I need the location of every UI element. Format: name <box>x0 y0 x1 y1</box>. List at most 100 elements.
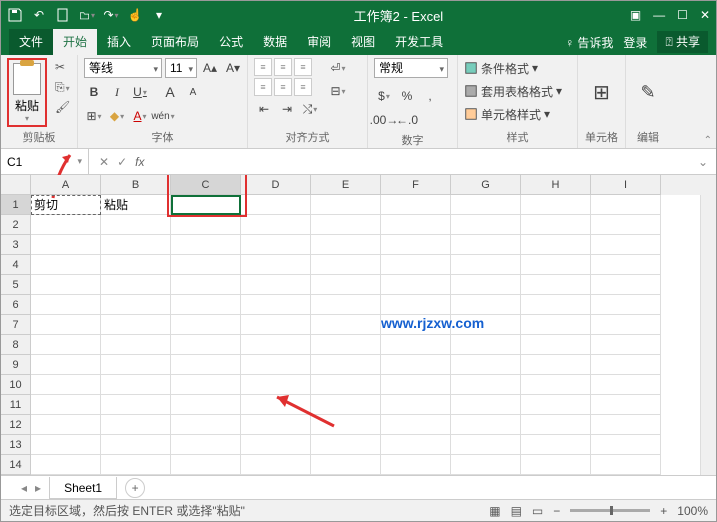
fx-icon[interactable]: fx <box>135 155 144 169</box>
qat-more-icon[interactable]: ▾ <box>151 7 167 23</box>
row-header-7[interactable]: 7 <box>1 315 31 335</box>
undo-icon[interactable]: ↶ <box>31 7 47 23</box>
cell-D7[interactable] <box>241 315 311 335</box>
font-size-combo[interactable]: 11 <box>165 58 197 78</box>
cell-E7[interactable] <box>311 315 381 335</box>
percent-icon[interactable]: % <box>397 86 417 106</box>
collapse-ribbon-icon[interactable]: ⌃ <box>704 135 712 146</box>
cell-C7[interactable] <box>171 315 241 335</box>
cell-I11[interactable] <box>591 395 661 415</box>
zoom-out-icon[interactable]: − <box>553 504 560 518</box>
cell-E2[interactable] <box>311 215 381 235</box>
cell-A3[interactable] <box>31 235 101 255</box>
cell-E12[interactable] <box>311 415 381 435</box>
tell-me[interactable]: ♀ 告诉我 <box>565 34 613 51</box>
cell-B1[interactable]: 粘贴 <box>101 195 171 215</box>
font-shrink-icon[interactable]: A <box>183 82 203 102</box>
indent-inc-icon[interactable]: ⇥ <box>277 99 297 119</box>
cell-C3[interactable] <box>171 235 241 255</box>
cell-C6[interactable] <box>171 295 241 315</box>
copy-icon[interactable]: ⎘ <box>55 80 71 94</box>
cell-H5[interactable] <box>521 275 591 295</box>
align-bottom-icon[interactable]: ≡ <box>294 58 312 76</box>
cell-H1[interactable] <box>521 195 591 215</box>
cell-F8[interactable] <box>381 335 451 355</box>
expand-formula-icon[interactable]: ⌄ <box>690 155 716 169</box>
cell-E8[interactable] <box>311 335 381 355</box>
format-table-button[interactable]: 套用表格格式 ▾ <box>464 81 562 101</box>
cell-I1[interactable] <box>591 195 661 215</box>
increase-font-icon[interactable]: A▴ <box>200 58 220 78</box>
indent-dec-icon[interactable]: ⇤ <box>254 99 274 119</box>
view-layout-icon[interactable]: ▤ <box>511 504 522 518</box>
cell-G13[interactable] <box>451 435 521 455</box>
col-header-I[interactable]: I <box>591 175 661 195</box>
tab-review[interactable]: 审阅 <box>297 29 341 55</box>
paste-button[interactable]: 粘贴 ▾ <box>7 58 47 127</box>
cell-D4[interactable] <box>241 255 311 275</box>
cell-A6[interactable] <box>31 295 101 315</box>
cell-F14[interactable] <box>381 455 451 475</box>
cell-A13[interactable] <box>31 435 101 455</box>
sheet-tab-1[interactable]: Sheet1 <box>49 477 117 499</box>
phonetic-icon[interactable]: wén <box>153 106 173 126</box>
cell-I13[interactable] <box>591 435 661 455</box>
cell-F11[interactable] <box>381 395 451 415</box>
new-icon[interactable] <box>55 7 71 23</box>
cell-H12[interactable] <box>521 415 591 435</box>
font-grow-icon[interactable]: A <box>160 82 180 102</box>
cell-B14[interactable] <box>101 455 171 475</box>
col-header-G[interactable]: G <box>451 175 521 195</box>
wrap-text-icon[interactable]: ⏎ <box>328 58 348 78</box>
cell-D10[interactable] <box>241 375 311 395</box>
cell-G5[interactable] <box>451 275 521 295</box>
login-link[interactable]: 登录 <box>623 34 647 51</box>
cell-E10[interactable] <box>311 375 381 395</box>
open-icon[interactable] <box>79 7 95 23</box>
cell-E9[interactable] <box>311 355 381 375</box>
align-left-icon[interactable]: ≡ <box>254 78 272 96</box>
cell-I3[interactable] <box>591 235 661 255</box>
cell-A9[interactable] <box>31 355 101 375</box>
col-header-H[interactable]: H <box>521 175 591 195</box>
row-header-13[interactable]: 13 <box>1 435 31 455</box>
tab-file[interactable]: 文件 <box>9 29 53 55</box>
redo-icon[interactable]: ↷ <box>103 7 119 23</box>
font-family-combo[interactable]: 等线 <box>84 58 162 78</box>
row-header-10[interactable]: 10 <box>1 375 31 395</box>
tab-insert[interactable]: 插入 <box>97 29 141 55</box>
cell-styles-button[interactable]: 单元格样式 ▾ <box>464 104 562 124</box>
cell-D6[interactable] <box>241 295 311 315</box>
italic-button[interactable]: I <box>107 82 127 102</box>
cell-D13[interactable] <box>241 435 311 455</box>
cell-F5[interactable] <box>381 275 451 295</box>
cell-E11[interactable] <box>311 395 381 415</box>
cell-E4[interactable] <box>311 255 381 275</box>
cell-G11[interactable] <box>451 395 521 415</box>
align-middle-icon[interactable]: ≡ <box>274 58 292 76</box>
cell-F1[interactable] <box>381 195 451 215</box>
cell-C9[interactable] <box>171 355 241 375</box>
cell-I6[interactable] <box>591 295 661 315</box>
cut-icon[interactable]: ✂ <box>55 60 71 74</box>
cell-H9[interactable] <box>521 355 591 375</box>
align-center-icon[interactable]: ≡ <box>274 78 292 96</box>
cell-B10[interactable] <box>101 375 171 395</box>
close-icon[interactable]: ✕ <box>700 8 710 22</box>
col-header-D[interactable]: D <box>241 175 311 195</box>
bold-button[interactable]: B <box>84 82 104 102</box>
col-header-F[interactable]: F <box>381 175 451 195</box>
cell-H3[interactable] <box>521 235 591 255</box>
cell-I10[interactable] <box>591 375 661 395</box>
cell-F3[interactable] <box>381 235 451 255</box>
cell-F2[interactable] <box>381 215 451 235</box>
share-button[interactable]: ⍰ 共享 <box>657 31 708 53</box>
cell-H6[interactable] <box>521 295 591 315</box>
cell-D2[interactable] <box>241 215 311 235</box>
tab-data[interactable]: 数据 <box>253 29 297 55</box>
row-header-11[interactable]: 11 <box>1 395 31 415</box>
cell-G8[interactable] <box>451 335 521 355</box>
cell-E3[interactable] <box>311 235 381 255</box>
cell-B3[interactable] <box>101 235 171 255</box>
cells-icon[interactable]: ⊞ <box>592 83 612 103</box>
